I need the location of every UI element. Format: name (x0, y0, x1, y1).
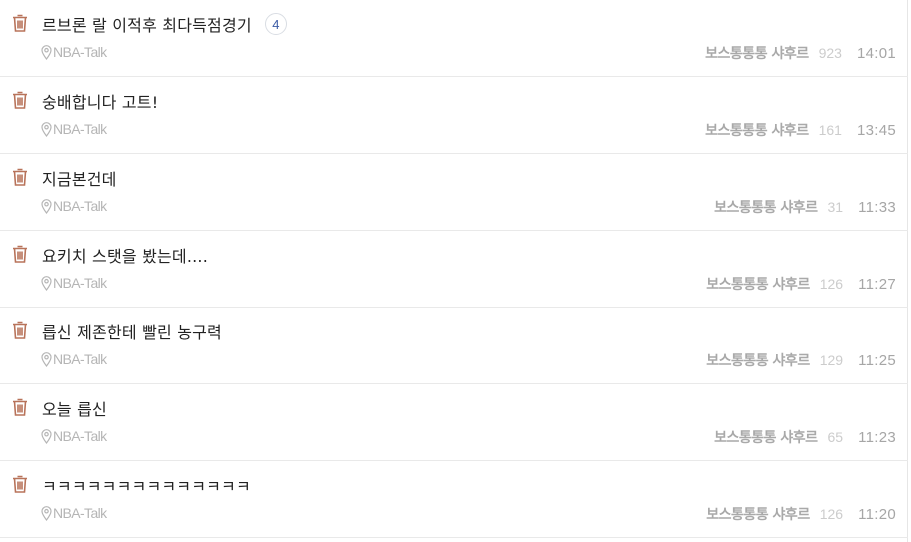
author-name[interactable]: 보스통통통 샤후르 (714, 197, 818, 217)
post-time: 11:27 (858, 275, 896, 293)
view-count: 126 (819, 506, 844, 522)
location-pin-icon (41, 44, 52, 60)
board-name: NBA-Talk (53, 428, 107, 444)
author-name[interactable]: 보스통통통 샤후르 (705, 120, 809, 140)
board-name: NBA-Talk (53, 198, 107, 214)
post-title[interactable]: 릅신 제존한테 빨린 농구력 (42, 319, 222, 343)
board-link[interactable]: NBA-Talk (41, 273, 107, 293)
author-name[interactable]: 보스통통통 샤후르 (706, 504, 810, 524)
post-title[interactable]: 숭배합니다 고트! (42, 89, 158, 113)
board-link[interactable]: NBA-Talk (41, 503, 107, 523)
post-meta: 보스통통통 샤후르 126 11:20 (706, 503, 896, 525)
list-item: ㅋㅋㅋㅋㅋㅋㅋㅋㅋㅋㅋㅋㅋㅋ NBA-Talk 보스통통통 샤후르 126 11… (0, 461, 908, 538)
comment-count-badge: 4 (264, 13, 287, 35)
location-pin-icon (41, 351, 52, 367)
post-title[interactable]: 지금본건데 (42, 166, 117, 190)
post-meta: 보스통통통 샤후르 923 14:01 (705, 42, 896, 64)
post-title[interactable]: 요키치 스탯을 봤는데.... (42, 243, 208, 267)
list-item: 요키치 스탯을 봤는데.... NBA-Talk 보스통통통 샤후르 126 1… (0, 231, 908, 308)
post-time: 11:25 (858, 351, 896, 369)
post-title[interactable]: 오늘 릅신 (42, 396, 107, 420)
trash-icon[interactable] (11, 320, 29, 340)
board-name: NBA-Talk (53, 121, 107, 137)
post-time: 11:33 (858, 198, 896, 216)
trash-icon[interactable] (11, 13, 29, 33)
post-time: 11:23 (858, 428, 896, 446)
view-count: 65 (827, 429, 844, 445)
list-item: 숭배합니다 고트! NBA-Talk 보스통통통 샤후르 161 13:45 (0, 77, 908, 154)
location-pin-icon (41, 121, 52, 137)
author-name[interactable]: 보스통통통 샤후르 (705, 43, 809, 63)
view-count: 923 (818, 45, 842, 61)
post-list: 르브론 랄 이적후 최다득점경기 4 NBA-Talk 보스통통통 샤후르 92… (0, 0, 908, 542)
list-item: 르브론 랄 이적후 최다득점경기 4 NBA-Talk 보스통통통 샤후르 92… (0, 0, 908, 77)
post-title[interactable]: ㅋㅋㅋㅋㅋㅋㅋㅋㅋㅋㅋㅋㅋㅋ (42, 473, 251, 497)
post-time: 14:01 (856, 44, 896, 62)
author-name[interactable]: 보스통통통 샤후르 (706, 274, 810, 294)
trash-icon[interactable] (11, 244, 29, 264)
post-meta: 보스통통통 샤후르 129 11:25 (706, 349, 896, 371)
trash-icon[interactable] (11, 167, 29, 187)
list-item: 오늘 릅신 NBA-Talk 보스통통통 샤후르 65 11:23 (0, 384, 908, 461)
post-meta: 보스통통통 샤후르 126 11:27 (706, 273, 896, 295)
location-pin-icon (41, 428, 52, 444)
view-count: 31 (827, 199, 844, 215)
trash-icon[interactable] (11, 90, 29, 110)
list-item: 지금본건데 NBA-Talk 보스통통통 샤후르 31 11:33 (0, 154, 908, 231)
list-item: 릅신 제존한테 빨린 농구력 NBA-Talk 보스통통통 샤후르 129 11… (0, 307, 908, 384)
board-link[interactable]: NBA-Talk (41, 349, 107, 369)
post-time: 11:20 (858, 505, 896, 523)
board-name: NBA-Talk (53, 505, 107, 521)
board-name: NBA-Talk (53, 275, 107, 291)
author-name[interactable]: 보스통통통 샤후르 (706, 350, 810, 370)
location-pin-icon (41, 275, 52, 291)
board-name: NBA-Talk (53, 351, 107, 367)
post-meta: 보스통통통 샤후르 31 11:33 (714, 196, 896, 218)
post-time: 13:45 (856, 121, 896, 139)
post-meta: 보스통통통 샤후르 161 13:45 (705, 119, 896, 141)
view-count: 161 (818, 122, 842, 138)
view-count: 126 (819, 276, 844, 292)
trash-icon[interactable] (11, 397, 29, 417)
board-link[interactable]: NBA-Talk (41, 119, 107, 139)
author-name[interactable]: 보스통통통 샤후르 (714, 427, 818, 447)
trash-icon[interactable] (11, 474, 29, 494)
board-link[interactable]: NBA-Talk (41, 42, 107, 62)
board-link[interactable]: NBA-Talk (41, 426, 107, 446)
board-link[interactable]: NBA-Talk (41, 196, 107, 216)
view-count: 129 (819, 352, 844, 368)
location-pin-icon (41, 198, 52, 214)
post-meta: 보스통통통 샤후르 65 11:23 (714, 426, 896, 448)
board-name: NBA-Talk (53, 44, 107, 60)
location-pin-icon (41, 505, 52, 521)
post-title[interactable]: 르브론 랄 이적후 최다득점경기 (42, 12, 252, 36)
